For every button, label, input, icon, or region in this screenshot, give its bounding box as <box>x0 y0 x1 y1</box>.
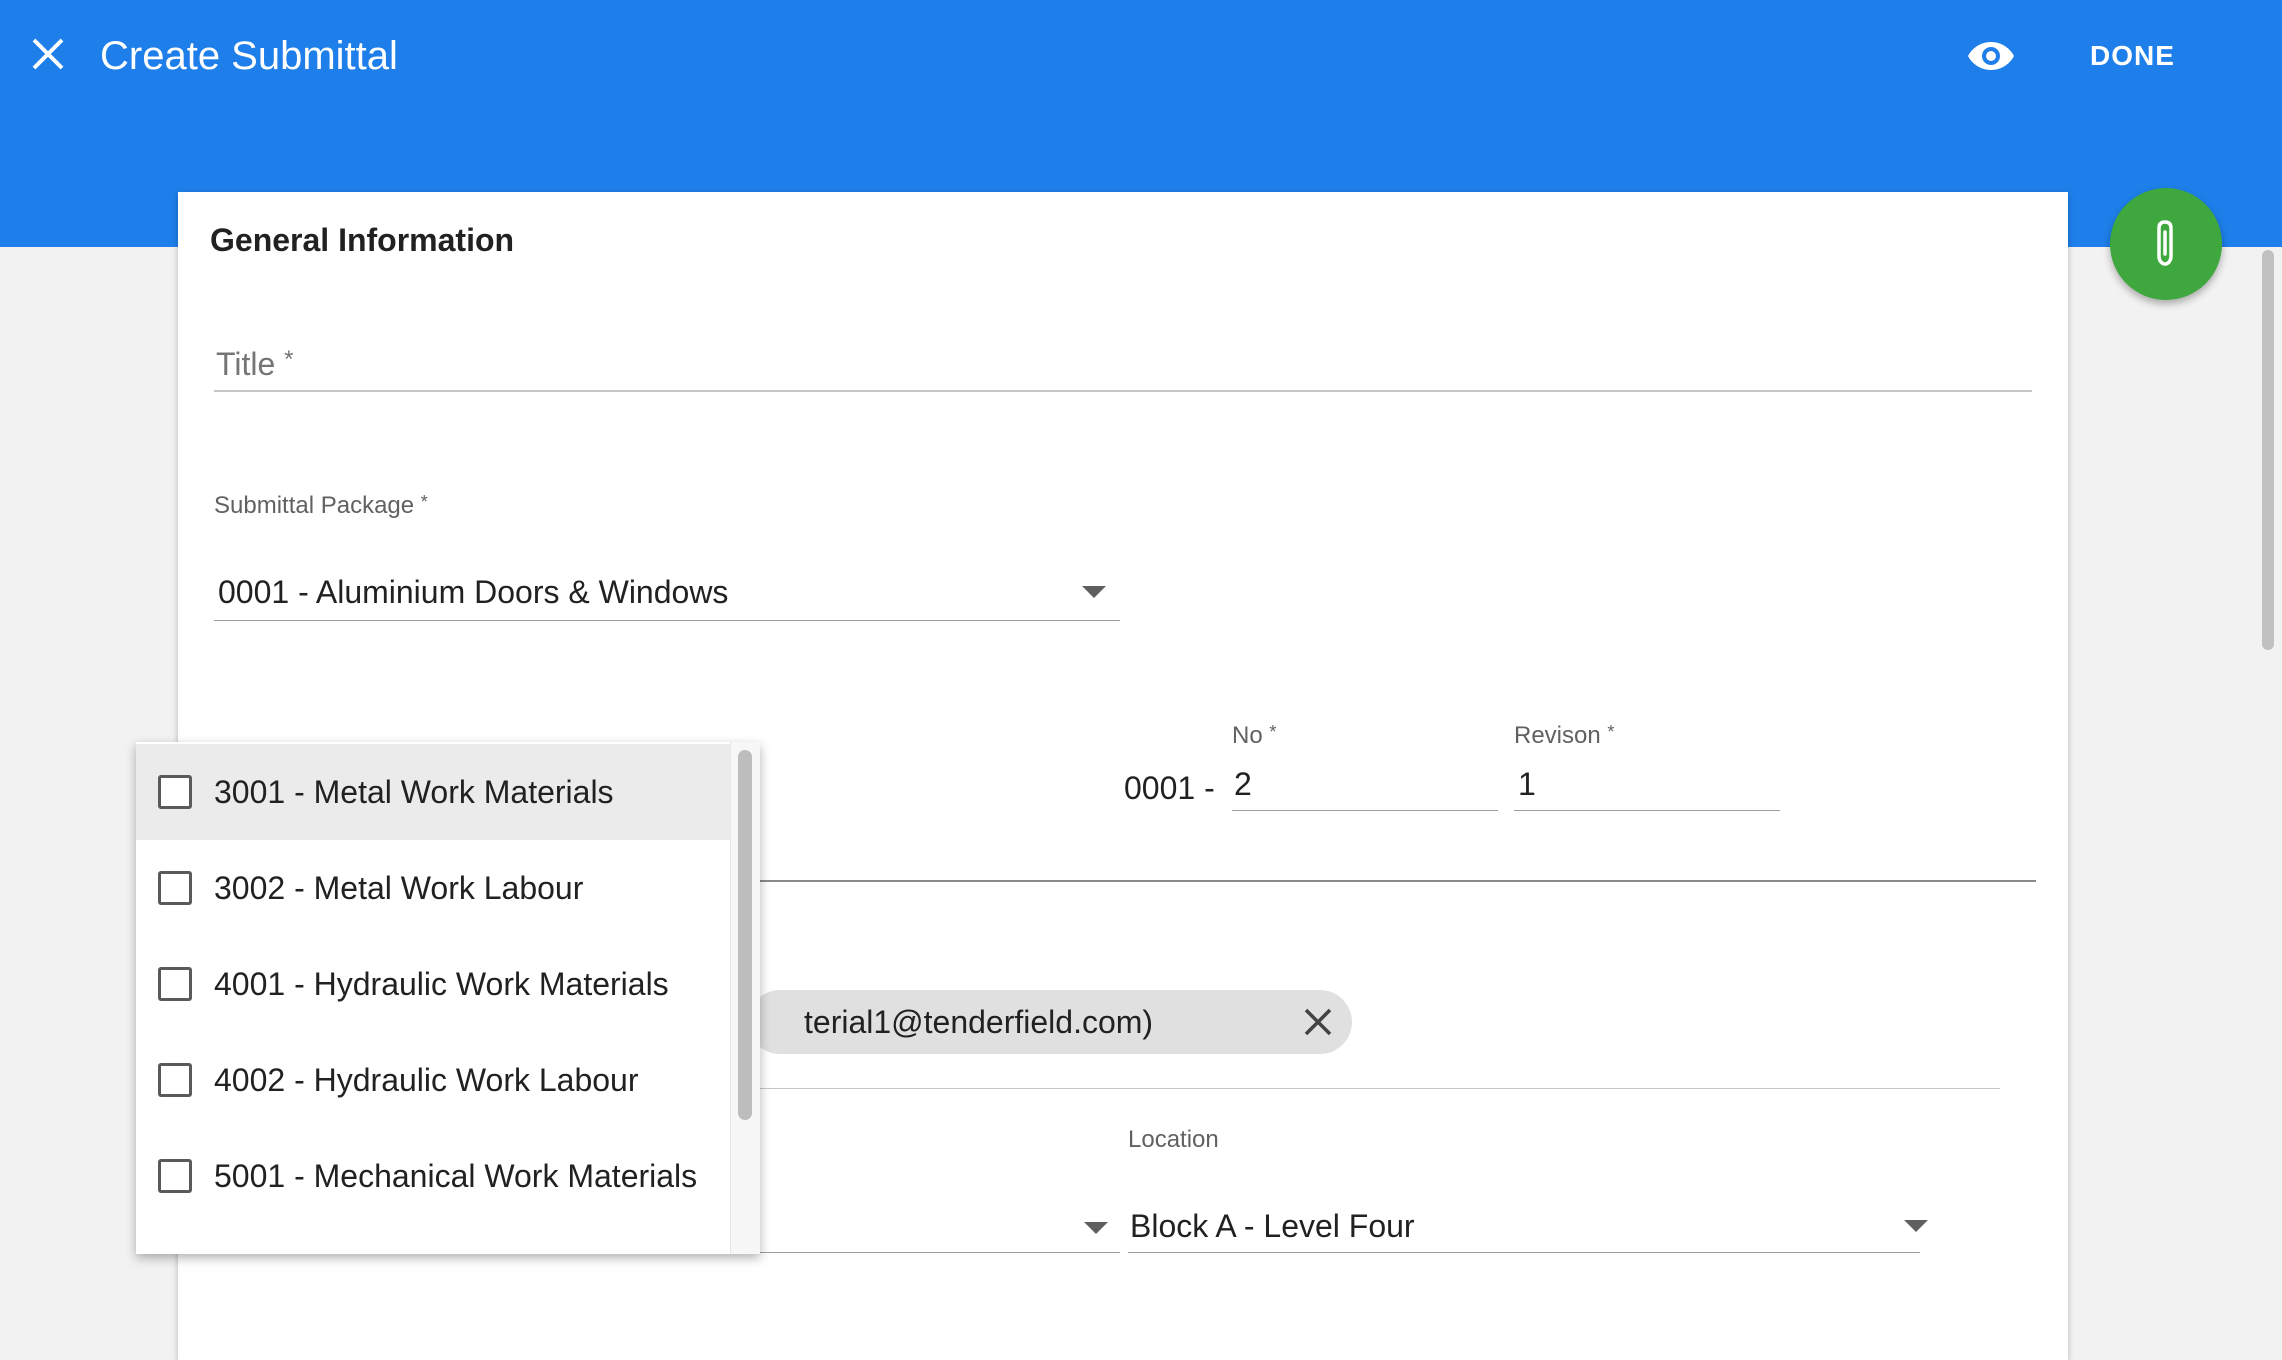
preview-button[interactable] <box>1962 30 2020 82</box>
contact-underline <box>760 1088 2000 1089</box>
submittal-package-value: 0001 - Aluminium Doors & Windows <box>218 574 729 610</box>
title-label-text: Title <box>216 346 276 382</box>
revision-label: Revison * <box>1514 722 1614 750</box>
title-required-mark: * <box>284 346 294 373</box>
number-no-input[interactable]: 2 <box>1234 766 1252 803</box>
checkbox[interactable] <box>158 967 192 1001</box>
contact-chip-text: terial1@tenderfield.com) <box>804 1003 1154 1040</box>
chevron-down-icon[interactable] <box>1084 1222 1108 1234</box>
dropdown-option-label: 3002 - Metal Work Labour <box>214 869 584 906</box>
page-scrollbar-thumb[interactable] <box>2262 250 2274 650</box>
dropdown-option[interactable]: 4001 - Hydraulic Work Materials <box>136 936 730 1032</box>
page-title: Create Submittal <box>100 34 398 78</box>
chip-remove-button[interactable] <box>1298 1002 1338 1042</box>
title-field-label: Title * <box>216 346 294 383</box>
revision-label-text: Revison <box>1514 722 1601 749</box>
close-icon <box>1304 1008 1332 1036</box>
submittal-package-label: Submittal Package * <box>214 492 428 520</box>
location-select[interactable] <box>1128 1252 1920 1253</box>
submittal-package-required-mark: * <box>420 492 428 512</box>
submittal-package-select[interactable] <box>214 620 1120 621</box>
dropdown-scrollbar-thumb[interactable] <box>738 750 752 1120</box>
revision-required-mark: * <box>1607 722 1615 742</box>
submittal-package-label-text: Submittal Package <box>214 492 415 519</box>
number-row-divider <box>760 880 2036 882</box>
dropdown-option[interactable]: 4002 - Hydraulic Work Labour <box>136 1032 730 1128</box>
checkbox[interactable] <box>158 775 192 809</box>
dropdown-option[interactable]: 3001 - Metal Work Materials <box>136 744 730 840</box>
dropdown-option-label: 4001 - Hydraulic Work Materials <box>214 965 669 1002</box>
location-label: Location <box>1128 1126 1219 1153</box>
dropdown-option-partial[interactable] <box>136 1224 730 1254</box>
paperclip-icon <box>2157 220 2173 266</box>
title-input[interactable] <box>214 390 2032 392</box>
dropdown-option-label: 3001 - Metal Work Materials <box>214 773 614 810</box>
checkbox[interactable] <box>158 1159 192 1193</box>
number-no-label: No * <box>1232 722 1276 750</box>
location-value: Block A - Level Four <box>1130 1208 1415 1244</box>
checkbox[interactable] <box>158 1063 192 1097</box>
dropdown-option[interactable]: 5001 - Mechanical Work Materials <box>136 1128 730 1224</box>
contact-chip[interactable]: terial1@tenderfield.com) <box>748 990 1352 1054</box>
number-no-required-mark: * <box>1269 722 1277 742</box>
chevron-down-icon[interactable] <box>1082 586 1106 598</box>
chevron-down-icon[interactable] <box>1904 1220 1928 1232</box>
number-prefix: 0001 - <box>1124 770 1215 806</box>
number-no-label-text: No <box>1232 722 1263 749</box>
cost-code-dropdown: 3001 - Metal Work Materials 3002 - Metal… <box>136 742 760 1254</box>
done-button[interactable]: DONE <box>2090 36 2175 76</box>
section-title: General Information <box>210 222 515 258</box>
dropdown-option-label: 4002 - Hydraulic Work Labour <box>214 1061 639 1098</box>
close-button[interactable] <box>26 32 70 76</box>
close-icon <box>32 38 64 70</box>
dropdown-option[interactable]: 3002 - Metal Work Labour <box>136 840 730 936</box>
revision-underline <box>1514 810 1780 811</box>
eye-icon <box>1968 42 2014 70</box>
dropdown-option-label: 5001 - Mechanical Work Materials <box>214 1157 698 1194</box>
checkbox[interactable] <box>158 871 192 905</box>
attach-button[interactable] <box>2110 188 2222 300</box>
left-select-underline <box>760 1252 1120 1253</box>
revision-input[interactable]: 1 <box>1518 766 1536 803</box>
number-no-underline <box>1232 810 1498 811</box>
